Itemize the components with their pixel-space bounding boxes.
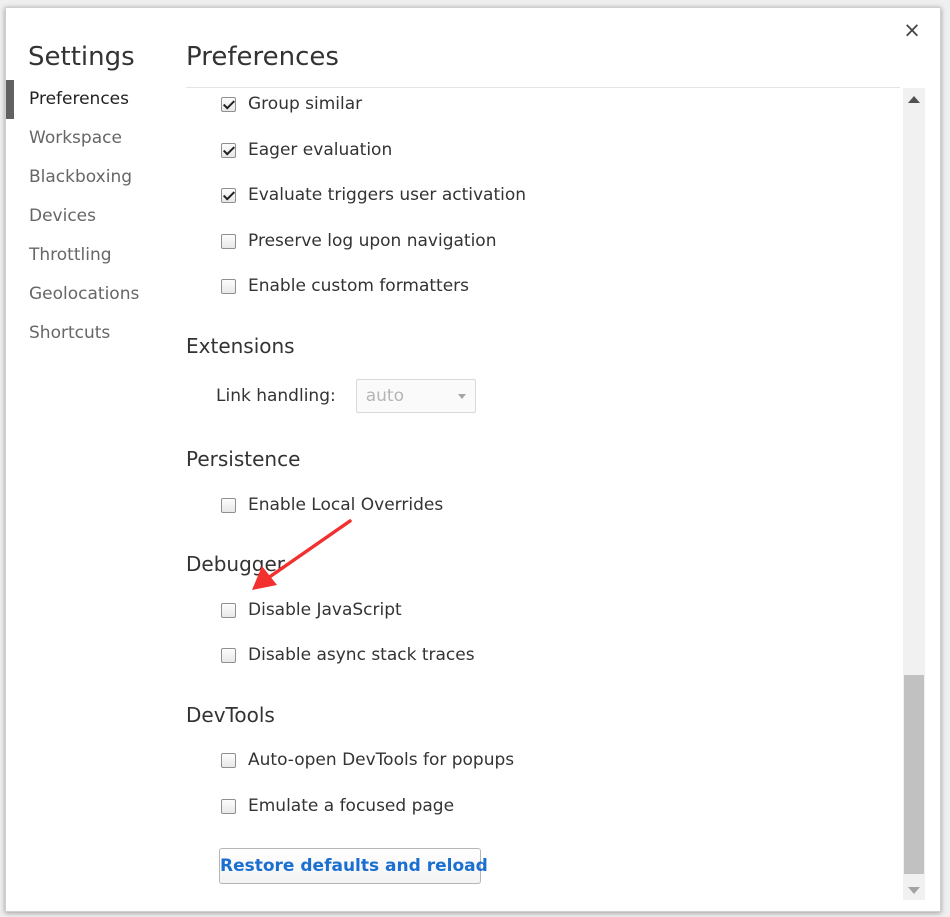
- checkbox-checked-icon[interactable]: [221, 187, 236, 203]
- setting-label: Evaluate triggers user activation: [248, 185, 527, 205]
- content-scrollbar[interactable]: [903, 88, 925, 900]
- checkbox-unchecked-icon[interactable]: [221, 497, 236, 513]
- preferences-content: Group similar Eager evaluation Evaluate …: [186, 88, 900, 908]
- setting-emulate-focused-page[interactable]: Emulate a focused page: [221, 791, 454, 821]
- close-icon[interactable]: ×: [902, 18, 922, 42]
- setting-link-handling: Link handling: auto: [216, 379, 476, 413]
- sidebar-item-devices[interactable]: Devices: [6, 197, 176, 236]
- scroll-up-arrow-icon[interactable]: [908, 96, 920, 103]
- setting-disable-javascript[interactable]: Disable JavaScript: [221, 595, 402, 625]
- section-title-debugger: Debugger: [186, 552, 285, 576]
- setting-custom-formatters[interactable]: Enable custom formatters: [221, 271, 469, 301]
- section-title-persistence: Persistence: [186, 447, 301, 471]
- checkbox-unchecked-icon[interactable]: [221, 278, 236, 294]
- setting-label: Enable Local Overrides: [248, 495, 444, 515]
- sidebar-item-workspace[interactable]: Workspace: [6, 119, 176, 158]
- checkbox-unchecked-icon[interactable]: [221, 602, 236, 618]
- setting-label: Preserve log upon navigation: [248, 231, 497, 251]
- scrollbar-thumb[interactable]: [904, 675, 924, 874]
- setting-evaluate-triggers[interactable]: Evaluate triggers user activation: [221, 180, 526, 210]
- checkbox-unchecked-icon[interactable]: [221, 798, 236, 814]
- sidebar-item-blackboxing[interactable]: Blackboxing: [6, 158, 176, 197]
- section-title-devtools: DevTools: [186, 703, 275, 727]
- setting-local-overrides[interactable]: Enable Local Overrides: [221, 490, 443, 520]
- settings-sidebar: Settings Preferences Workspace Blackboxi…: [6, 8, 176, 911]
- restore-defaults-button[interactable]: Restore defaults and reload: [219, 848, 488, 884]
- sidebar-item-throttling[interactable]: Throttling: [6, 236, 176, 275]
- checkbox-unchecked-icon[interactable]: [221, 752, 236, 768]
- setting-auto-open-devtools[interactable]: Auto-open DevTools for popups: [221, 745, 514, 775]
- section-title-extensions: Extensions: [186, 334, 295, 358]
- page-title: Preferences: [186, 42, 339, 72]
- checkbox-unchecked-icon[interactable]: [221, 647, 236, 663]
- setting-label: Eager evaluation: [248, 140, 393, 160]
- checkbox-unchecked-icon[interactable]: [221, 233, 236, 249]
- scroll-down-arrow-icon[interactable]: [908, 887, 920, 894]
- sidebar-item-preferences[interactable]: Preferences: [6, 80, 176, 119]
- link-handling-label: Link handling:: [216, 386, 336, 406]
- setting-label: Enable custom formatters: [248, 276, 470, 296]
- setting-label: Disable JavaScript: [248, 600, 402, 620]
- setting-label: Emulate a focused page: [248, 796, 455, 816]
- link-handling-select[interactable]: auto: [355, 379, 476, 413]
- sidebar-item-shortcuts[interactable]: Shortcuts: [6, 314, 176, 353]
- sidebar-title: Settings: [28, 42, 135, 72]
- sidebar-item-geolocations[interactable]: Geolocations: [6, 275, 176, 314]
- setting-label: Auto-open DevTools for popups: [248, 750, 515, 770]
- setting-label: Disable async stack traces: [248, 645, 475, 665]
- checkbox-checked-icon[interactable]: [221, 142, 236, 158]
- dropdown-arrow-icon: [457, 394, 466, 399]
- setting-eager-evaluation[interactable]: Eager evaluation: [221, 135, 392, 165]
- sidebar-nav: Preferences Workspace Blackboxing Device…: [6, 80, 176, 353]
- setting-group-similar[interactable]: Group similar: [221, 89, 362, 119]
- settings-dialog: Settings Preferences Workspace Blackboxi…: [5, 7, 941, 912]
- checkbox-checked-icon[interactable]: [221, 96, 236, 112]
- setting-preserve-log[interactable]: Preserve log upon navigation: [221, 226, 496, 256]
- link-handling-value: auto: [365, 386, 404, 406]
- setting-disable-async-stack[interactable]: Disable async stack traces: [221, 640, 475, 670]
- setting-label: Group similar: [248, 94, 363, 114]
